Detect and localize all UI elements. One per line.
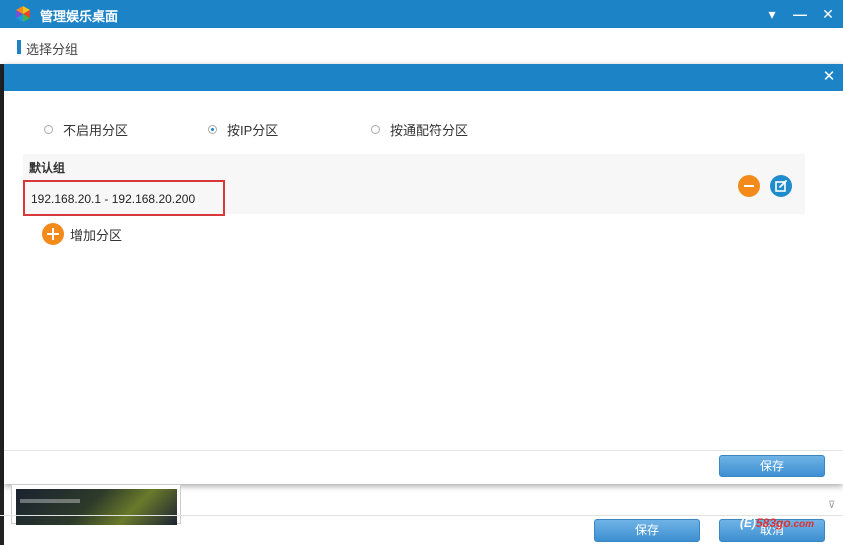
dropdown-menu-icon[interactable]: ▾ [762,4,782,24]
partition-dialog: ✕ 不启用分区 按IP分区 按通配符分区 默认组 192.168.20.1 - … [4,64,843,484]
edit-partition-button[interactable] [770,175,792,197]
close-dialog-icon[interactable]: ✕ [820,68,838,86]
dialog-titlebar: ✕ [4,64,843,91]
radio-label: 按IP分区 [227,122,279,138]
watermark-prefix: (E) [740,516,756,530]
close-window-icon[interactable]: ✕ [818,4,838,24]
watermark: (E)583go.com [740,516,814,530]
add-partition-button[interactable]: 增加分区 [42,223,122,245]
radio-label: 不启用分区 [63,122,129,138]
add-partition-label: 增加分区 [70,227,123,243]
main-window: 管理娱乐桌面 ▾ — ✕ 选择分组 ✕ 不启用分区 按IP分区 按通配符分区 默… [0,0,843,545]
partition-group: 默认组 192.168.20.1 - 192.168.20.200 [23,154,805,216]
group-title: 默认组 [29,161,66,175]
remove-partition-button[interactable] [738,175,760,197]
section-title: 选择分组 [26,42,79,57]
radio-wildcard-partition[interactable]: 按通配符分区 [371,120,468,138]
radio-icon [44,124,53,134]
radio-no-partition[interactable]: 不启用分区 [44,120,128,138]
dialog-footer-divider [4,450,843,451]
desktop-thumbnail[interactable] [11,484,181,525]
watermark-num: 583go [756,516,791,530]
window-titlebar: 管理娱乐桌面 ▾ — ✕ [0,0,843,28]
thumbnail-image [16,489,177,525]
radio-icon [371,124,380,134]
ip-range-text: 192.168.20.1 - 192.168.20.200 [31,192,196,206]
edit-icon [775,180,787,192]
section-marker [17,40,21,54]
watermark-suffix: .com [790,519,815,530]
minimize-icon[interactable]: — [790,4,810,24]
thumbnail-toolbar [20,499,80,503]
corner-expand-icon[interactable]: ⊽ [828,500,840,512]
radio-checked-icon [208,124,217,134]
dialog-save-button[interactable]: 保存 [719,455,825,477]
footer-divider [0,515,843,516]
radio-ip-partition[interactable]: 按IP分区 [208,120,278,138]
section-header: 选择分组 [0,28,843,64]
window-title: 管理娱乐桌面 [40,9,119,24]
save-button[interactable]: 保存 [594,519,700,542]
ip-range-field[interactable]: 192.168.20.1 - 192.168.20.200 [23,180,225,216]
add-icon [42,223,64,245]
radio-label: 按通配符分区 [390,122,469,138]
app-logo-icon [16,6,30,22]
